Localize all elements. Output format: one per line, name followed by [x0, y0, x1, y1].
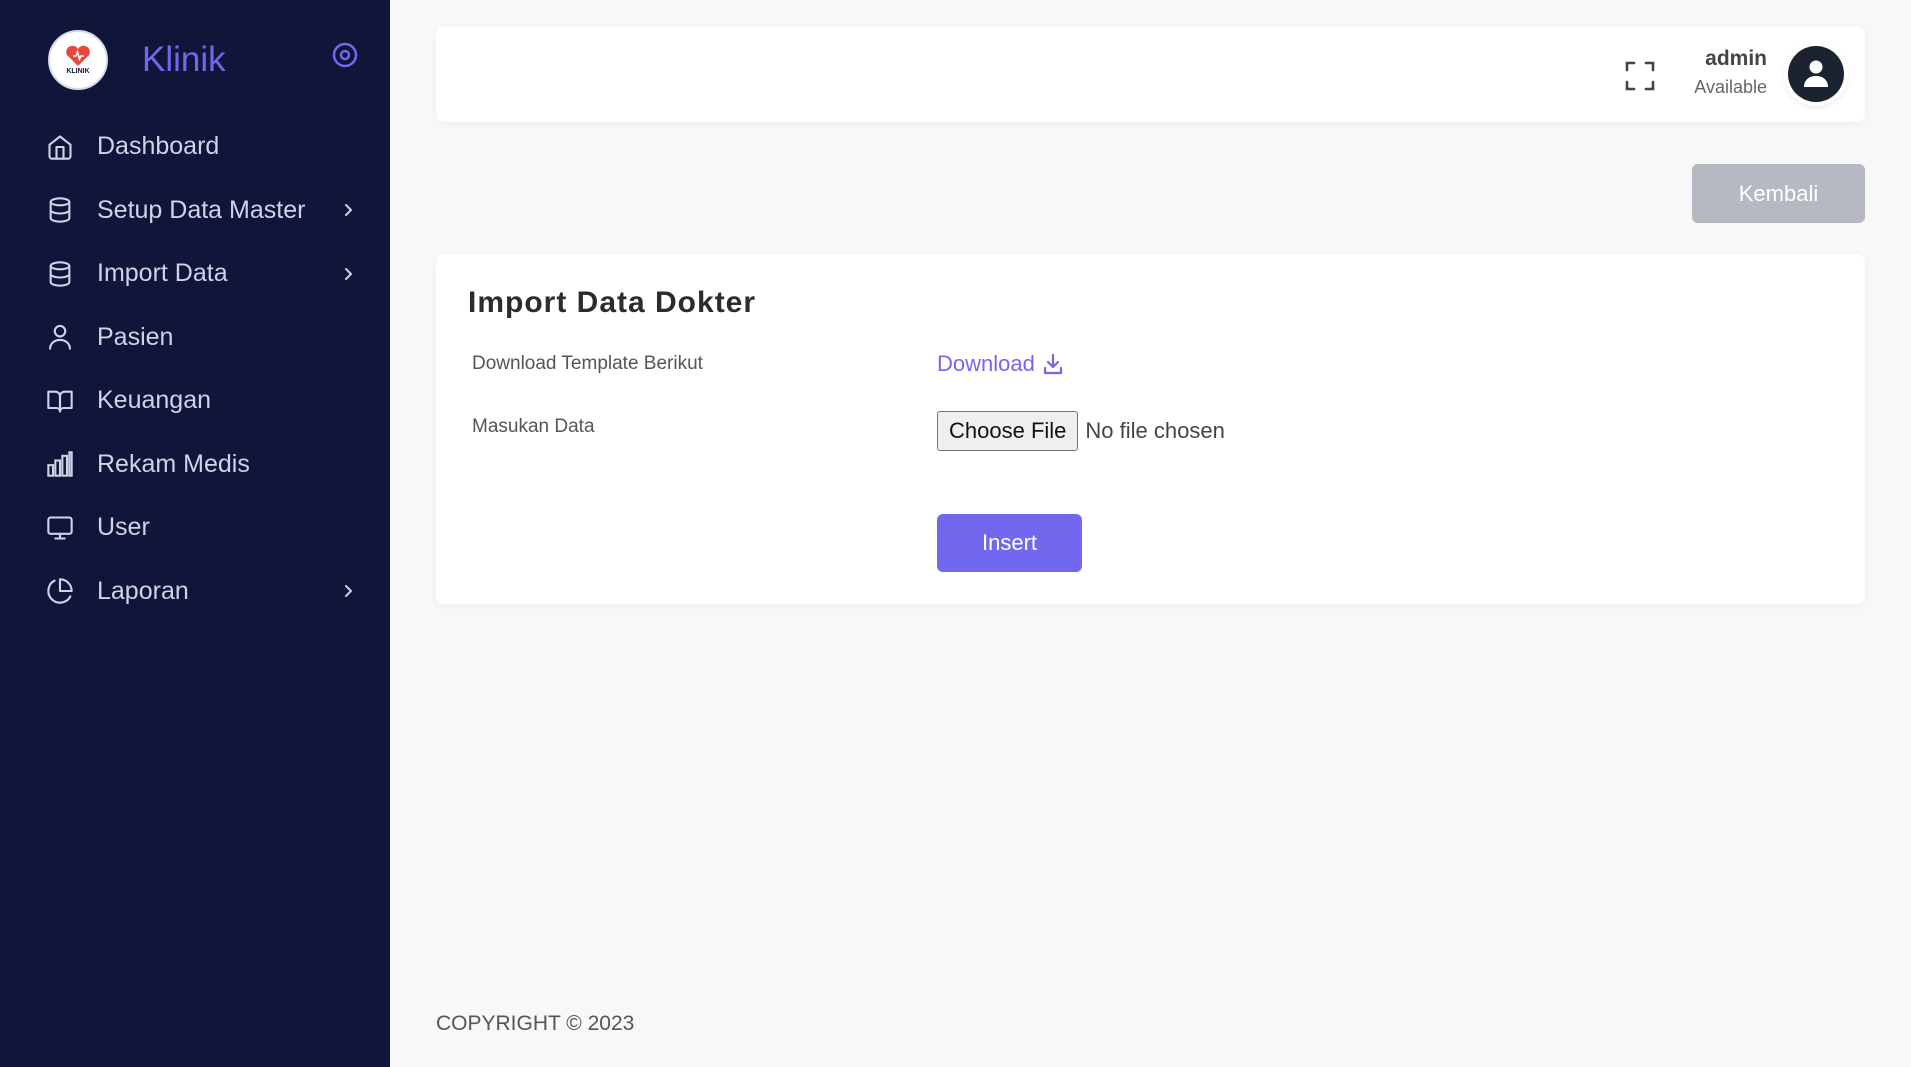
sidebar-item-import-data[interactable]: Import Data	[0, 242, 390, 306]
sidebar-item-label: User	[97, 513, 150, 542]
file-status-text: No file chosen	[1085, 418, 1225, 443]
sidebar-toggle-icon[interactable]	[330, 40, 360, 70]
sidebar-item-setup-data-master[interactable]: Setup Data Master	[0, 179, 390, 243]
chevron-right-icon	[340, 583, 356, 599]
sidebar-item-pasien[interactable]: Pasien	[0, 306, 390, 370]
sidebar-item-label: Dashboard	[97, 132, 220, 161]
import-card: Import Data Dokter Download Template Ber…	[436, 254, 1865, 604]
download-row-label: Download Template Berikut	[472, 353, 703, 374]
sidebar-item-label: Rekam Medis	[97, 449, 250, 478]
footer-copyright: COPYRIGHT © 2023	[436, 1012, 635, 1035]
brand[interactable]: KLINIK Klinik	[48, 30, 226, 90]
clinic-logo: KLINIK	[48, 30, 108, 90]
top-navbar: admin Available	[436, 27, 1865, 122]
sidebar-item-label: Setup Data Master	[97, 195, 306, 224]
sidebar-item-keuangan[interactable]: Keuangan	[0, 369, 390, 433]
sidebar: KLINIK Klinik Dashboard Setup Data Maste…	[0, 0, 390, 1067]
download-link-label: Download	[937, 351, 1035, 376]
sidebar-item-user[interactable]: User	[0, 496, 390, 560]
chevron-right-icon	[340, 266, 356, 282]
user-status: Available	[1694, 77, 1767, 97]
page-title: Import Data Dokter	[468, 286, 757, 319]
avatar[interactable]	[1788, 46, 1844, 102]
sidebar-item-dashboard[interactable]: Dashboard	[0, 115, 390, 179]
book-open-icon	[45, 386, 75, 416]
sidebar-item-label: Import Data	[97, 259, 228, 288]
user-icon	[45, 322, 75, 352]
user-name[interactable]: admin	[1705, 47, 1767, 71]
insert-button[interactable]: Insert	[937, 514, 1082, 572]
database-icon	[45, 195, 75, 225]
sidebar-item-laporan[interactable]: Laporan	[0, 560, 390, 624]
fullscreen-icon[interactable]	[1624, 60, 1656, 92]
sidebar-item-label: Pasien	[97, 322, 174, 351]
chevron-right-icon	[340, 202, 356, 218]
pie-chart-icon	[45, 576, 75, 606]
heart-logo-icon	[66, 45, 90, 66]
back-button[interactable]: Kembali	[1692, 164, 1865, 223]
download-template-link[interactable]: Download	[937, 351, 1063, 377]
sidebar-menu: Dashboard Setup Data Master Import Data	[0, 115, 390, 623]
sidebar-item-rekam-medis[interactable]: Rekam Medis	[0, 433, 390, 497]
database-icon	[45, 259, 75, 289]
monitor-icon	[45, 513, 75, 543]
input-row-label: Masukan Data	[472, 416, 595, 437]
choose-file-button[interactable]: Choose File	[937, 411, 1079, 451]
brand-name: Klinik	[142, 40, 226, 79]
file-input[interactable]: Choose File No file chosen	[937, 411, 1225, 451]
user-avatar-icon	[1804, 60, 1828, 87]
download-icon	[1043, 353, 1062, 375]
logo-text: KLINIK	[66, 68, 90, 75]
home-icon	[45, 132, 75, 162]
sidebar-item-label: Keuangan	[97, 386, 212, 415]
sidebar-item-label: Laporan	[97, 576, 189, 605]
bar-chart-icon	[45, 449, 75, 479]
